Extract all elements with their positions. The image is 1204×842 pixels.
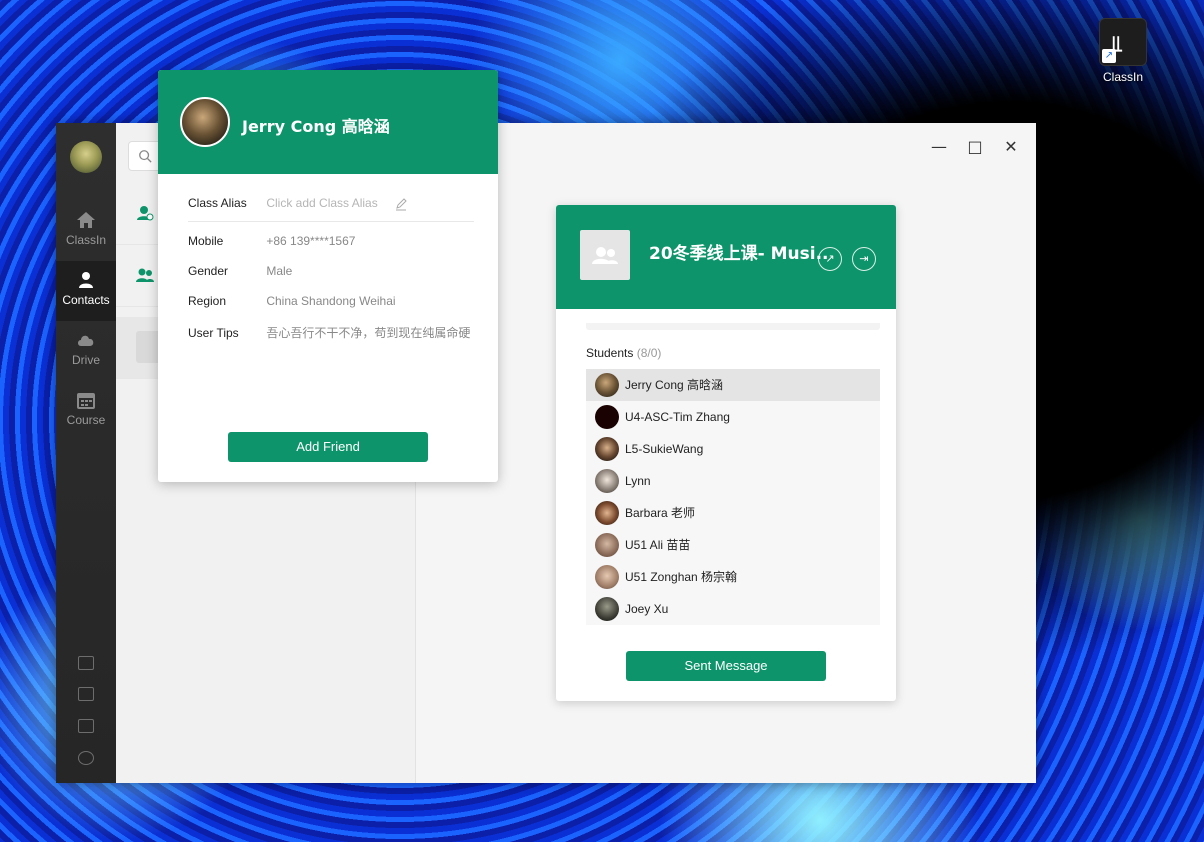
group-card-header: 20冬季线上课- Musi... ↗ ⇥	[556, 205, 896, 309]
close-button[interactable]: ✕	[1001, 137, 1021, 157]
avatar	[595, 405, 619, 429]
left-nav-bar: ClassIn Contacts Drive Course	[56, 123, 116, 783]
home-icon	[77, 212, 95, 228]
send-message-button[interactable]: Sent Message	[626, 651, 826, 681]
nav-item-classin[interactable]: ClassIn	[56, 201, 116, 261]
nav-item-contacts[interactable]: Contacts	[56, 261, 116, 321]
student-row[interactable]: U51 Zonghan 杨宗翰	[586, 561, 880, 593]
classin-app-icon: ⫫ ↗	[1099, 18, 1147, 66]
settings-icon[interactable]	[78, 751, 94, 765]
profile-name: Jerry Cong 高晗涵	[242, 117, 390, 136]
student-row[interactable]: Lynn	[586, 465, 880, 497]
monitor-icon[interactable]	[78, 719, 94, 733]
avatar	[595, 437, 619, 461]
whiteboard-icon[interactable]	[78, 687, 94, 701]
user-tips-field: User Tips 吾心吾行不干不净，苟到现在纯属命硬	[188, 326, 471, 340]
student-row[interactable]: Barbara 老师	[586, 497, 880, 529]
nav-item-label: Course	[66, 413, 106, 427]
my-avatar[interactable]	[70, 141, 102, 173]
student-row[interactable]: L5-SukieWang	[586, 433, 880, 465]
student-row[interactable]: U51 Ali 苗苗	[586, 529, 880, 561]
avatar	[595, 373, 619, 397]
nav-item-label: Contacts	[62, 293, 110, 307]
profile-avatar	[180, 97, 230, 147]
classin-desktop-shortcut[interactable]: ⫫ ↗ ClassIn	[1096, 18, 1150, 84]
class-alias-placeholder: Click add Class Alias	[266, 196, 378, 210]
group-info-card: 20冬季线上课- Musi... ↗ ⇥ Students (8/0) Jerr…	[556, 205, 896, 701]
person-icon	[79, 272, 93, 288]
avatar	[595, 533, 619, 557]
members-scroll-area	[586, 323, 880, 330]
search-icon	[139, 150, 152, 163]
student-row[interactable]: U4-ASC-Tim Zhang	[586, 401, 880, 433]
add-friend-button[interactable]: Add Friend	[228, 432, 428, 462]
gender-field: Gender Male	[188, 264, 293, 278]
avatar	[595, 597, 619, 621]
avatar	[595, 565, 619, 589]
avatar	[595, 501, 619, 525]
cloud-icon	[78, 335, 94, 346]
group-name: 20冬季线上课- Musi...	[649, 244, 829, 264]
minimize-button[interactable]: —	[929, 137, 949, 157]
nav-item-label: Drive	[71, 353, 100, 367]
nav-item-course[interactable]: Course	[56, 381, 116, 441]
notes-icon[interactable]	[78, 656, 94, 670]
student-row[interactable]: Joey Xu	[586, 593, 880, 625]
maximize-button[interactable]: □	[965, 137, 985, 157]
exit-group-icon[interactable]: ⇥	[852, 247, 876, 271]
group-placeholder-icon	[592, 247, 618, 264]
mobile-field: Mobile +86 139****1567	[188, 234, 356, 248]
group-avatar	[580, 230, 630, 280]
nav-item-label: ClassIn	[65, 233, 106, 247]
nav-item-drive[interactable]: Drive	[56, 321, 116, 381]
students-count: (8/0)	[636, 346, 662, 360]
calendar-icon	[77, 393, 95, 409]
add-contact-icon	[137, 206, 154, 221]
group-icon	[136, 268, 154, 282]
divider	[188, 221, 474, 222]
region-field: Region China Shandong Weihai	[188, 294, 396, 308]
students-heading: Students (8/0)	[586, 346, 662, 360]
profile-card: Jerry Cong 高晗涵 Class Alias Click add Cla…	[158, 70, 498, 482]
student-row[interactable]: Jerry Cong 高晗涵	[586, 369, 880, 401]
avatar	[595, 469, 619, 493]
profile-card-header: Jerry Cong 高晗涵	[158, 70, 498, 174]
shortcut-arrow-icon: ↗	[1102, 49, 1116, 63]
edit-icon[interactable]	[394, 197, 408, 211]
desktop-icon-label: ClassIn	[1102, 70, 1143, 84]
share-icon[interactable]: ↗	[818, 247, 842, 271]
class-alias-field[interactable]: Class Alias Click add Class Alias	[188, 196, 378, 210]
students-list: Jerry Cong 高晗涵 U4-ASC-Tim Zhang L5-Sukie…	[586, 369, 880, 625]
